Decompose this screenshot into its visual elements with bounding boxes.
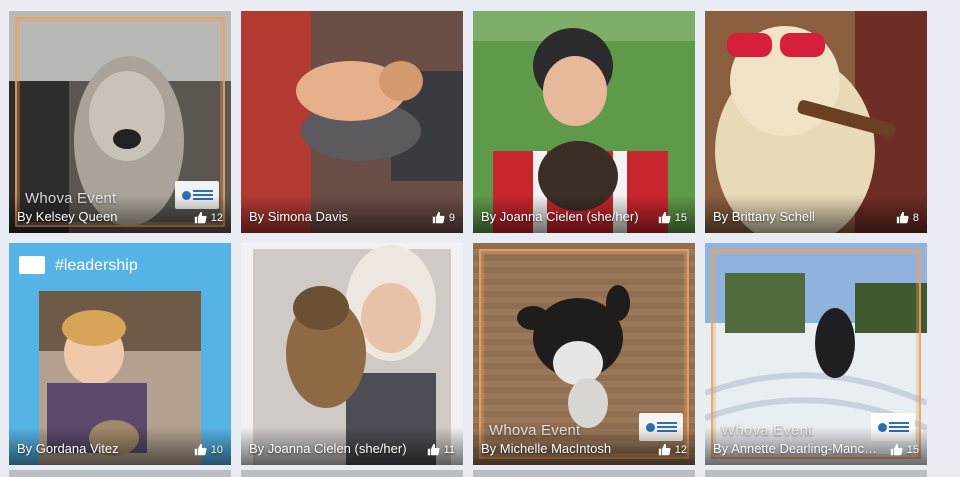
like-button[interactable]: 10	[194, 443, 223, 456]
hashtag-header: #leadership	[9, 243, 231, 289]
author-name: By Gordana Vitez	[17, 441, 119, 456]
like-button[interactable]: 11	[427, 443, 455, 456]
photo-tile-partial[interactable]	[473, 470, 695, 477]
photo-tile[interactable]: Whova Event By Kelsey Queen 12	[9, 11, 231, 233]
photo-tile[interactable]: By Joanna Cielen (she/her) 15	[473, 11, 695, 233]
photo-grid: Whova Event By Kelsey Queen 12 By Simona…	[9, 11, 927, 465]
photo-tile[interactable]: By Simona Davis 9	[241, 11, 463, 233]
like-count: 12	[674, 443, 687, 456]
photo-tile-partial[interactable]	[705, 470, 927, 477]
thumbs-up-icon	[427, 443, 440, 456]
hashtag-label[interactable]: #leadership	[55, 257, 138, 275]
author-name: By Simona Davis	[249, 209, 348, 224]
photo-tile[interactable]: Whova Event By Annette Dearling-Manch… 1…	[705, 243, 927, 465]
like-button[interactable]: 8	[896, 211, 919, 224]
niagara-college-logo-icon	[19, 256, 45, 274]
like-count: 9	[448, 211, 455, 224]
photo-tile[interactable]: Whova Event By Michelle MacIntosh 12	[473, 243, 695, 465]
author-name: By Kelsey Queen	[17, 209, 118, 224]
author-name: By Annette Dearling-Manch…	[713, 441, 883, 456]
thumbs-up-icon	[432, 211, 445, 224]
author-name: By Michelle MacIntosh	[481, 441, 612, 456]
thumbs-up-icon	[658, 443, 671, 456]
author-name: By Joanna Cielen (she/her)	[249, 441, 407, 456]
like-button[interactable]: 15	[890, 443, 919, 456]
thumbs-up-icon	[194, 211, 207, 224]
like-count: 8	[912, 211, 919, 224]
like-count: 15	[906, 443, 919, 456]
like-count: 12	[210, 211, 223, 224]
like-count: 11	[443, 443, 455, 456]
like-button[interactable]: 15	[658, 211, 687, 224]
photo-tile-partial[interactable]	[241, 470, 463, 477]
photo-tile-partial[interactable]	[9, 470, 231, 477]
like-button[interactable]: 12	[194, 211, 223, 224]
next-row-peek	[9, 470, 929, 477]
like-count: 10	[210, 443, 223, 456]
thumbs-up-icon	[658, 211, 671, 224]
photo-tile[interactable]: #leadership By Gordana Vitez 10	[9, 243, 231, 465]
thumbs-up-icon	[890, 443, 903, 456]
photo-tile[interactable]: By Joanna Cielen (she/her) 11	[241, 243, 463, 465]
like-button[interactable]: 12	[658, 443, 687, 456]
like-button[interactable]: 9	[432, 211, 455, 224]
like-count: 15	[674, 211, 687, 224]
photo-tile[interactable]: By Brittany Schell 8	[705, 11, 927, 233]
author-name: By Joanna Cielen (she/her)	[481, 209, 639, 224]
thumbs-up-icon	[896, 211, 909, 224]
author-name: By Brittany Schell	[713, 209, 815, 224]
thumbs-up-icon	[194, 443, 207, 456]
